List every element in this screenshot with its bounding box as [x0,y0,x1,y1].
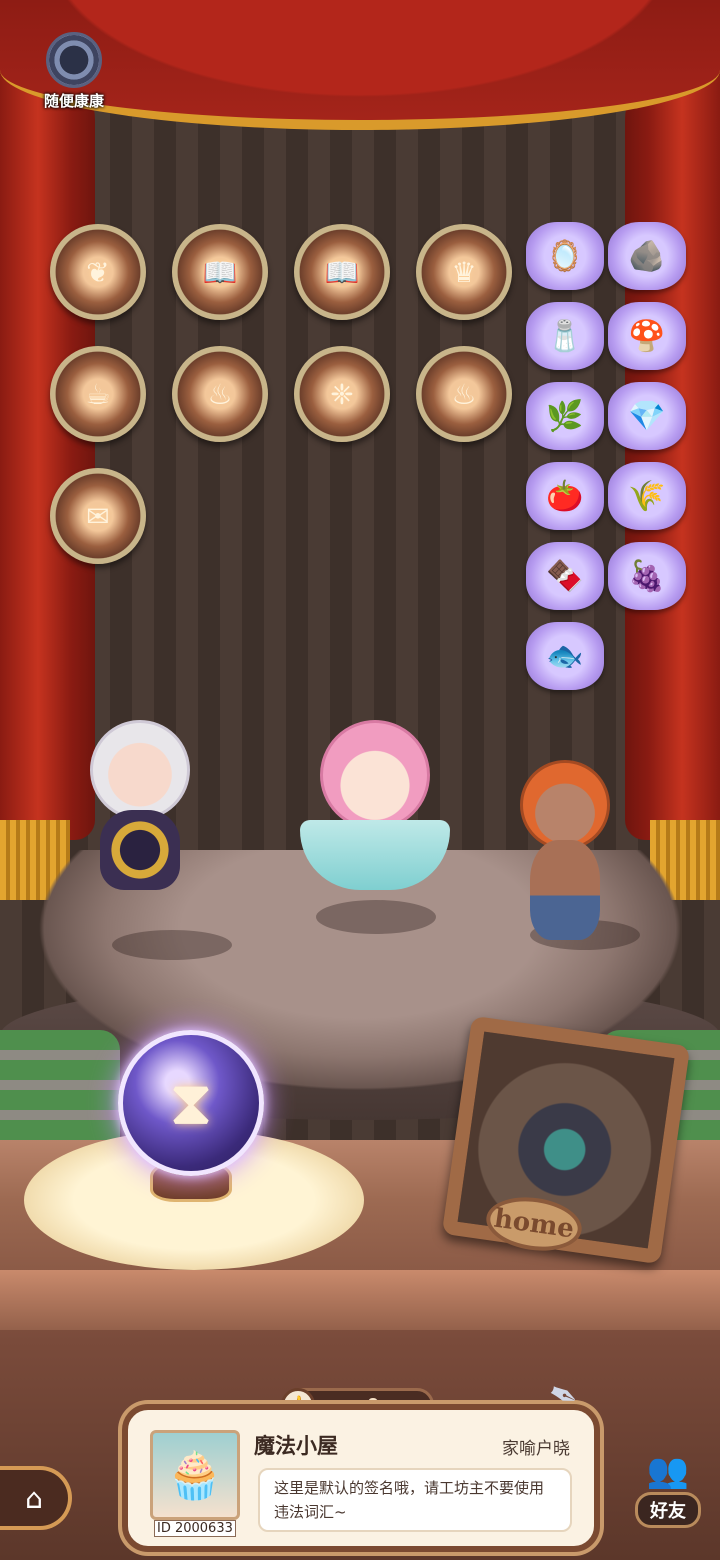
character-shadow [316,900,436,934]
ore-material-icon[interactable]: 🪨 [608,222,686,290]
tribal-boy-character[interactable] [520,760,610,940]
friends-icon: 👥 [646,1451,690,1491]
friends-label: 好友 [635,1492,701,1528]
character-shadow [112,930,232,960]
player-avatar-icon[interactable] [46,32,102,88]
signature-text: 这里是默认的签名哦，请工坊主不要使用违法词汇~ [258,1468,572,1532]
cauldron-badge-icon[interactable]: ♨ [172,346,268,442]
left-steps [0,1030,120,1150]
house-info-card: 🧁 ID 2000633 魔法小屋 家喻户晓 这里是默认的签名哦，请工坊主不要使… [122,1404,600,1552]
teacup-girl-character[interactable] [300,720,450,890]
cup-badge-icon[interactable]: ☕ [50,346,146,442]
player-name: 随便康康 [43,92,104,110]
owner-name: 家喻户晓 [502,1439,570,1459]
left-curtain [0,60,95,900]
plant-badge-icon[interactable]: ❦ [50,224,146,320]
fish-material-icon[interactable]: 🐟 [526,622,604,690]
book-2-badge-icon[interactable]: 📖 [294,224,390,320]
herb-material-icon[interactable]: 🌿 [526,382,604,450]
mushroom-material-icon[interactable]: 🍄 [608,302,686,370]
owner-portrait[interactable]: 🧁 [150,1430,240,1520]
home-icon: ⌂ [25,1481,43,1515]
wheat-material-icon[interactable]: 🌾 [608,462,686,530]
salt-material-icon[interactable]: 🧂 [526,302,604,370]
friends-button[interactable]: 👥 好友 [622,1436,714,1528]
hourglass-icon: ⧗ [169,1066,213,1139]
mirror-material-icon[interactable]: 🪞 [526,222,604,290]
grape-material-icon[interactable]: 🍇 [608,542,686,610]
pot-badge-icon[interactable]: ♨ [416,346,512,442]
crystal-material-icon[interactable]: 💎 [608,382,686,450]
crystal-ball-button[interactable]: ⧗ [118,1030,264,1176]
book-1-badge-icon[interactable]: 📖 [172,224,268,320]
right-curtain [625,60,720,900]
ornament-badge-icon[interactable]: ❈ [294,346,390,442]
player-profile[interactable]: 随便康康 [32,32,116,111]
table-top-strip [0,1270,720,1330]
tomato-material-icon[interactable]: 🍅 [526,462,604,530]
dress-badge-icon[interactable]: ♛ [416,224,512,320]
brownie-material-icon[interactable]: 🍫 [526,542,604,610]
home-nav-button[interactable]: ⌂ [0,1466,72,1530]
certificate-badge-icon[interactable]: ✉ [50,468,146,564]
house-name: 魔法小屋 [254,1434,338,1458]
bunny-girl-character[interactable] [90,720,190,890]
player-id: ID 2000633 [154,1520,236,1537]
